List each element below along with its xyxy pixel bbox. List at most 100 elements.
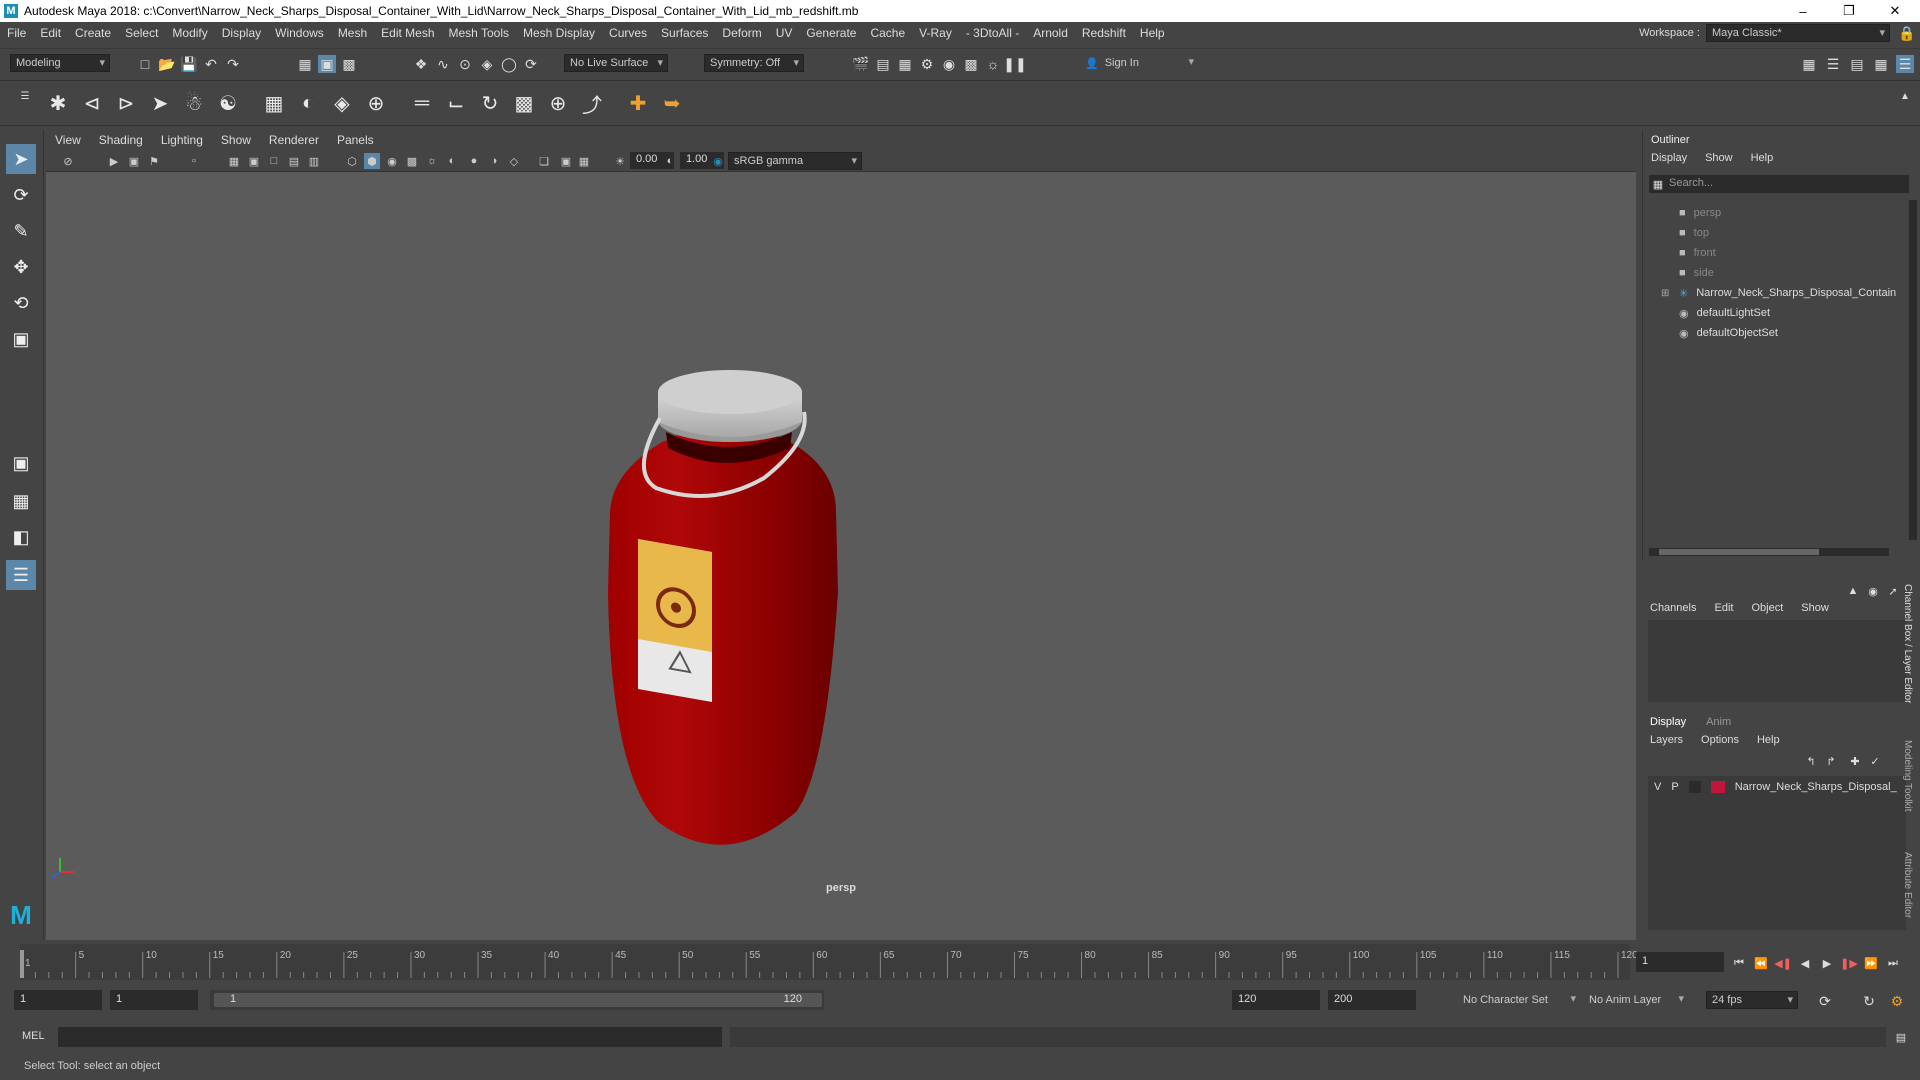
new-scene-icon[interactable]: □ xyxy=(136,55,154,73)
outliner-item[interactable]: ■ top xyxy=(1679,224,1709,242)
select-hierarchy-icon[interactable]: ▦ xyxy=(296,55,314,73)
lattice-icon[interactable]: ◈ xyxy=(328,89,356,117)
select-object-icon[interactable]: ▣ xyxy=(318,55,336,73)
bind-skin-icon[interactable]: ▦ xyxy=(260,89,288,117)
select-component-icon[interactable]: ▩ xyxy=(340,55,358,73)
layer-type-toggle[interactable] xyxy=(1688,781,1701,793)
menu-mesh-tools[interactable]: Mesh Tools xyxy=(442,26,516,40)
grid-toggle-icon[interactable]: ▦ xyxy=(226,153,242,169)
color-management-icon[interactable]: ◉ xyxy=(710,153,726,169)
move-tool-icon[interactable]: ✥ xyxy=(6,252,36,282)
quick-rig-icon[interactable]: ☃ xyxy=(180,89,208,117)
undo-icon[interactable]: ↶ xyxy=(202,55,220,73)
render-setup-icon[interactable]: ▩ xyxy=(962,55,980,73)
anim-layer-dropdown[interactable]: No Anim Layer xyxy=(1584,991,1688,1009)
menu-modify[interactable]: Modify xyxy=(165,26,214,40)
modeling-toolkit-side-tab[interactable]: Modeling Toolkit xyxy=(1902,740,1913,812)
wire-deformer-icon[interactable]: ➥ xyxy=(658,89,686,117)
snap-surface-icon[interactable]: ◯ xyxy=(500,55,518,73)
viewport-menu-panels[interactable]: Panels xyxy=(328,133,383,147)
outliner-search-input[interactable]: Search... xyxy=(1649,175,1909,193)
3d-scene[interactable] xyxy=(46,172,1636,940)
color-space-dropdown[interactable]: sRGB gamma xyxy=(728,152,862,170)
tool-settings-icon[interactable]: ▤ xyxy=(1848,55,1866,73)
current-frame-field[interactable]: 1 xyxy=(1636,952,1724,972)
redo-icon[interactable]: ↷ xyxy=(224,55,242,73)
gamma-icon[interactable]: ◐ xyxy=(662,153,678,169)
menu-curves[interactable]: Curves xyxy=(602,26,654,40)
outliner-menu-show[interactable]: Show xyxy=(1705,152,1733,164)
xray-joints-icon[interactable]: ▦ xyxy=(576,153,592,169)
ik-handle-icon[interactable]: ⊳ xyxy=(112,89,140,117)
scale-tool-icon[interactable]: ▣ xyxy=(6,324,36,354)
outliner-item[interactable]: ■ persp xyxy=(1679,204,1721,222)
channel-menu-channels[interactable]: Channels xyxy=(1650,602,1696,614)
restore-button[interactable]: ❐ xyxy=(1826,0,1872,22)
modeling-toolkit-icon[interactable]: ▦ xyxy=(1800,55,1818,73)
film-gate-icon[interactable]: ▣ xyxy=(246,153,262,169)
go-to-start-icon[interactable]: ⏮ xyxy=(1730,954,1748,972)
shelf-scroll-icon[interactable]: ▲ xyxy=(1896,87,1914,105)
pole-vector-icon[interactable]: ⤴ xyxy=(578,89,606,117)
minimize-button[interactable]: – xyxy=(1780,0,1826,22)
wire-on-shaded-icon[interactable]: ◉ xyxy=(384,153,400,169)
expand-icon[interactable]: ⊞ xyxy=(1661,288,1669,299)
snap-live-icon[interactable]: ⟳ xyxy=(522,55,540,73)
menu-arnold[interactable]: Arnold xyxy=(1026,26,1075,40)
blend-shape-icon[interactable]: ✚ xyxy=(624,89,652,117)
shelf-menu-icon[interactable]: ☰ xyxy=(16,87,34,105)
viewport-menu-shading[interactable]: Shading xyxy=(90,133,152,147)
render-frame-icon[interactable]: ▤ xyxy=(874,55,892,73)
viewport-menu-renderer[interactable]: Renderer xyxy=(260,133,328,147)
safe-action-icon[interactable]: ▤ xyxy=(286,153,302,169)
range-bar-handle[interactable]: 1 120 xyxy=(214,993,822,1007)
menu-3dtoall[interactable]: - 3DtoAll - xyxy=(959,26,1026,40)
parent-constraint-icon[interactable]: ═ xyxy=(408,89,436,117)
outliner-item[interactable]: ◉ defaultLightSet xyxy=(1679,304,1770,322)
viewport-menu-show[interactable]: Show xyxy=(212,133,260,147)
outliner-item[interactable]: ⊞ ✳ Narrow_Neck_Sharps_Disposal_Contain xyxy=(1661,284,1896,302)
safe-title-icon[interactable]: ▥ xyxy=(306,153,322,169)
snap-curve-icon[interactable]: ∿ xyxy=(434,55,452,73)
channel-menu-edit[interactable]: Edit xyxy=(1714,602,1733,614)
menu-surfaces[interactable]: Surfaces xyxy=(654,26,715,40)
two-pane-icon[interactable]: ◧ xyxy=(6,522,36,552)
lock-icon[interactable]: 🔒 xyxy=(1898,24,1916,42)
paint-weights-icon[interactable]: ◐ xyxy=(294,89,322,117)
ipr-render-icon[interactable]: ▦ xyxy=(896,55,914,73)
resolution-gate-icon[interactable]: □ xyxy=(266,153,282,169)
snap-grid-icon[interactable]: ❖ xyxy=(412,55,430,73)
rotate-tool-icon[interactable]: ⟲ xyxy=(6,288,36,318)
outliner-item[interactable]: ◉ defaultObjectSet xyxy=(1679,324,1778,342)
channel-menu-object[interactable]: Object xyxy=(1751,602,1783,614)
isolate-select-icon[interactable]: ❏ xyxy=(536,153,552,169)
outliner-menu-help[interactable]: Help xyxy=(1751,152,1774,164)
render-view-icon[interactable]: 🎬 xyxy=(852,55,870,73)
sign-in-dropdown[interactable]: 👤 Sign In xyxy=(1080,54,1198,72)
move-layer-up-icon[interactable]: ↰ xyxy=(1802,752,1820,770)
close-button[interactable]: ✕ xyxy=(1872,0,1918,22)
menu-file[interactable]: File xyxy=(0,26,33,40)
timeline-ruler[interactable]: 15 10 15 20 25 30 35 40 45 50 55 60 65 70 75 80 85 90 95 10… xyxy=(20,944,1650,980)
point-constraint-icon[interactable]: ⌙ xyxy=(442,89,470,117)
aim-constraint-icon[interactable]: ⊕ xyxy=(544,89,572,117)
outliner-item[interactable]: ■ side xyxy=(1679,264,1714,282)
menu-edit[interactable]: Edit xyxy=(33,26,68,40)
pause-render-icon[interactable]: ❚❚ xyxy=(1003,55,1026,73)
outliner-layout-icon[interactable]: ☰ xyxy=(6,560,36,590)
xray-icon[interactable]: ▣ xyxy=(558,153,574,169)
step-forward-key-icon[interactable]: ⏩ xyxy=(1862,954,1880,972)
time-slider[interactable]: 1 5 10 15 20 25 30 35 40 45 50 55 60 65 70 75 80 85 90 95 10… xyxy=(0,944,1920,980)
exposure-icon[interactable]: ☀ xyxy=(612,153,628,169)
outliner-hscroll-thumb[interactable] xyxy=(1659,549,1819,555)
playback-end-field[interactable]: 120 xyxy=(1232,990,1320,1010)
menu-redshift[interactable]: Redshift xyxy=(1075,26,1133,40)
single-pane-icon[interactable]: ▣ xyxy=(6,448,36,478)
move-layer-down-icon[interactable]: ↱ xyxy=(1822,752,1840,770)
menu-mesh[interactable]: Mesh xyxy=(331,26,374,40)
layer-menu-options[interactable]: Options xyxy=(1701,734,1739,746)
select-tool-icon[interactable]: ➤ xyxy=(6,144,36,174)
render-settings-icon[interactable]: ⚙ xyxy=(918,55,936,73)
channel-menu-show[interactable]: Show xyxy=(1801,602,1829,614)
animation-start-field[interactable]: 1 xyxy=(14,990,102,1010)
